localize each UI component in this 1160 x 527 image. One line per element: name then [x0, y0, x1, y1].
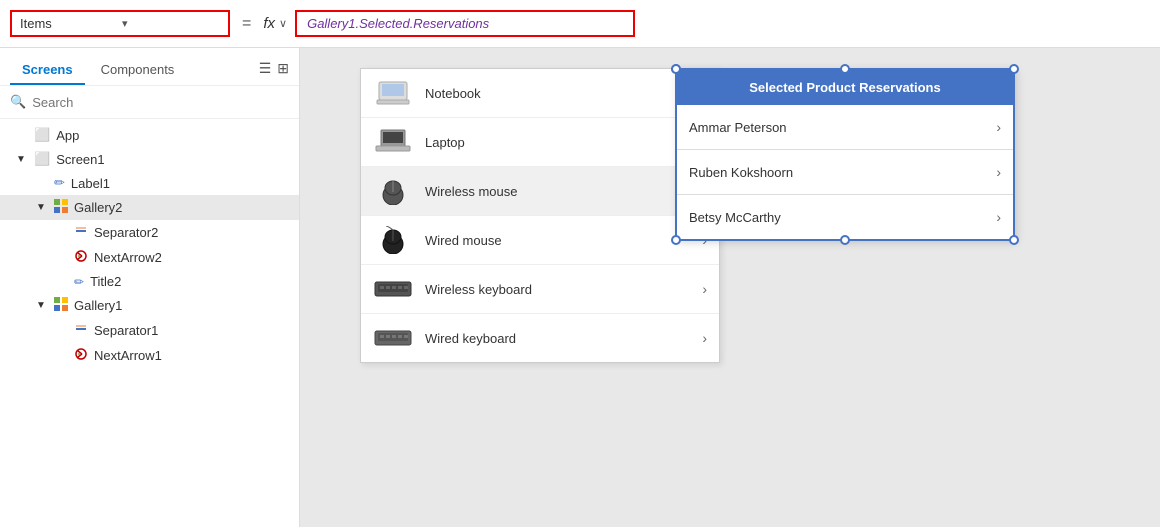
wired-keyboard-name: Wired keyboard — [425, 331, 690, 346]
toolbar: Items ▾ = fx ∨ Gallery1.Selected.Reserva… — [0, 0, 1160, 48]
gallery2-icon — [54, 199, 68, 216]
handle-bottom-right[interactable] — [1009, 235, 1019, 245]
handle-top-center[interactable] — [840, 64, 850, 74]
sidebar-item-label1[interactable]: ✏ Label1 — [0, 171, 299, 195]
name-selector-label: Items — [20, 16, 118, 31]
product-item-notebook[interactable]: Notebook › — [361, 69, 719, 118]
reservation-name-2: Betsy McCarthy — [689, 210, 781, 225]
grid-view-icon[interactable]: ⊞ — [277, 60, 289, 77]
search-icon: 🔍 — [10, 94, 26, 110]
sidebar-item-gallery2[interactable]: ▼ Gallery2 — [0, 195, 299, 220]
label1-label: Label1 — [71, 176, 110, 191]
wireless-mouse-name: Wireless mouse — [425, 184, 690, 199]
sidebar-item-title2[interactable]: ✏ Title2 — [0, 270, 299, 293]
sidebar-tree: ⬜ App ▼ ⬜ Screen1 ✏ Label1 ▼ — [0, 119, 299, 527]
gallery1-icon — [54, 297, 68, 314]
separator1-label: Separator1 — [94, 323, 158, 338]
title2-icon: ✏ — [74, 275, 84, 289]
wireless-keyboard-image — [373, 275, 413, 303]
sidebar-tabs: Screens Components ☰ ⊞ — [0, 48, 299, 86]
product-item-laptop[interactable]: Laptop › — [361, 118, 719, 167]
gallery1-label: Gallery1 — [74, 298, 122, 313]
expand-gallery1[interactable]: ▼ — [36, 300, 48, 311]
expand-gallery2[interactable]: ▼ — [36, 202, 48, 213]
sidebar-item-screen1[interactable]: ▼ ⬜ Screen1 — [0, 147, 299, 171]
product-item-wireless-keyboard[interactable]: Wireless keyboard › — [361, 265, 719, 314]
reservation-name-1: Ruben Kokshoorn — [689, 165, 793, 180]
sidebar-item-app[interactable]: ⬜ App — [0, 123, 299, 147]
formula-box[interactable]: Gallery1.Selected.Reservations — [295, 10, 635, 37]
fx-area: fx ∨ — [263, 15, 287, 32]
gallery2-label: Gallery2 — [74, 200, 122, 215]
wired-keyboard-image — [373, 324, 413, 352]
sidebar: Screens Components ☰ ⊞ 🔍 ⬜ App ▼ — [0, 48, 300, 527]
handle-bottom-left[interactable] — [671, 235, 681, 245]
app-label: App — [56, 128, 79, 143]
wireless-mouse-image — [373, 177, 413, 205]
reservation-arrow-1: › — [996, 164, 1001, 180]
handle-rotate[interactable] — [671, 64, 681, 74]
notebook-name: Notebook — [425, 86, 690, 101]
reservation-header: Selected Product Reservations — [677, 70, 1013, 105]
sidebar-item-nextarrow2[interactable]: NextArrow2 — [0, 245, 299, 270]
name-selector[interactable]: Items ▾ — [10, 10, 230, 37]
sidebar-item-separator1[interactable]: Separator1 — [0, 318, 299, 343]
title2-label: Title2 — [90, 274, 121, 289]
app-icon: ⬜ — [34, 127, 50, 143]
reservation-panel: Selected Product Reservations Ammar Pete… — [675, 68, 1015, 241]
reservation-item-2[interactable]: Betsy McCarthy › — [677, 195, 1013, 239]
sidebar-search: 🔍 — [0, 86, 299, 119]
wired-mouse-name: Wired mouse — [425, 233, 690, 248]
reservation-arrow-2: › — [996, 209, 1001, 225]
label1-icon: ✏ — [54, 175, 65, 191]
formula-text: Gallery1.Selected.Reservations — [307, 16, 489, 31]
separator1-icon — [74, 322, 88, 339]
nextarrow1-icon — [74, 347, 88, 364]
sidebar-item-nextarrow1[interactable]: NextArrow1 — [0, 343, 299, 368]
reservation-arrow-0: › — [996, 119, 1001, 135]
separator2-icon — [74, 224, 88, 241]
reservation-item-0[interactable]: Ammar Peterson › — [677, 105, 1013, 150]
laptop-name: Laptop — [425, 135, 690, 150]
product-item-wireless-mouse[interactable]: Wireless mouse › — [361, 167, 719, 216]
separator2-label: Separator2 — [94, 225, 158, 240]
tab-screens[interactable]: Screens — [10, 56, 85, 85]
sidebar-item-gallery1[interactable]: ▼ Gallery1 — [0, 293, 299, 318]
reservation-name-0: Ammar Peterson — [689, 120, 787, 135]
sidebar-item-separator2[interactable]: Separator2 — [0, 220, 299, 245]
sidebar-tab-icons: ☰ ⊞ — [259, 60, 289, 81]
search-input[interactable] — [32, 95, 289, 110]
product-panel: Notebook › Laptop › — [360, 68, 720, 363]
screen1-label: Screen1 — [56, 152, 104, 167]
fx-chevron[interactable]: ∨ — [279, 17, 287, 30]
handle-top-right[interactable] — [1009, 64, 1019, 74]
list-view-icon[interactable]: ☰ — [259, 60, 272, 77]
handle-bottom-center[interactable] — [840, 235, 850, 245]
canvas: Notebook › Laptop › — [300, 48, 1160, 527]
notebook-image — [373, 79, 413, 107]
nextarrow1-label: NextArrow1 — [94, 348, 162, 363]
main-layout: Screens Components ☰ ⊞ 🔍 ⬜ App ▼ — [0, 48, 1160, 527]
nextarrow2-icon — [74, 249, 88, 266]
name-selector-chevron[interactable]: ▾ — [122, 17, 220, 30]
wireless-keyboard-arrow: › — [702, 281, 707, 297]
tab-components[interactable]: Components — [89, 56, 187, 85]
nextarrow2-label: NextArrow2 — [94, 250, 162, 265]
wired-mouse-image — [373, 226, 413, 254]
product-item-wired-keyboard[interactable]: Wired keyboard › — [361, 314, 719, 362]
laptop-image — [373, 128, 413, 156]
expand-screen1[interactable]: ▼ — [16, 154, 28, 165]
wireless-keyboard-name: Wireless keyboard — [425, 282, 690, 297]
screen1-icon: ⬜ — [34, 151, 50, 167]
reservation-item-1[interactable]: Ruben Kokshoorn › — [677, 150, 1013, 195]
fx-label: fx — [263, 15, 275, 32]
equals-sign: = — [238, 15, 255, 33]
wired-keyboard-arrow: › — [702, 330, 707, 346]
product-item-wired-mouse[interactable]: Wired mouse › — [361, 216, 719, 265]
